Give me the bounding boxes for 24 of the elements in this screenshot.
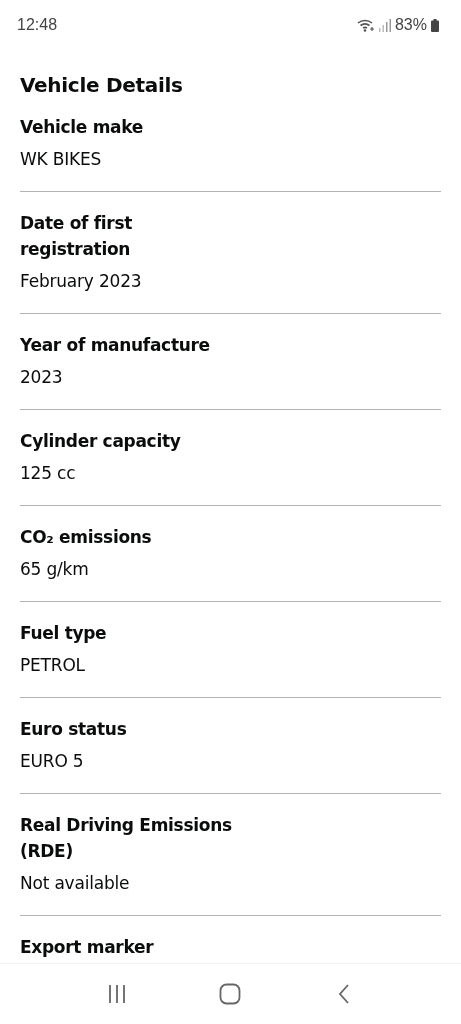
- detail-label: Date of first registration: [20, 212, 134, 261]
- detail-value: 2023: [20, 366, 64, 389]
- detail-label: Euro status: [20, 718, 128, 741]
- signal-icon: [378, 18, 391, 32]
- detail-label: CO₂ emissions: [20, 526, 153, 549]
- detail-value: EURO 5: [20, 750, 85, 773]
- detail-label: Vehicle make: [20, 116, 144, 139]
- detail-value: 125 cc: [20, 462, 77, 485]
- detail-value: WK BIKES: [20, 148, 103, 171]
- status-time: 12:48: [17, 16, 58, 34]
- battery-icon: [431, 18, 439, 32]
- battery-percent: 83%: [394, 16, 427, 34]
- detail-label: Cylinder capacity: [20, 430, 182, 453]
- detail-label: Fuel type: [20, 622, 108, 645]
- detail-label: Year of manufacture: [20, 334, 211, 357]
- detail-label: Real Driving Emissions (RDE): [20, 814, 233, 863]
- detail-value: Not available: [20, 872, 131, 895]
- page-title: Vehicle Details: [20, 72, 184, 99]
- detail-value: February 2023: [20, 270, 143, 293]
- detail-value: PETROL: [20, 654, 86, 677]
- wifi-icon: [356, 18, 375, 32]
- detail-value: 65 g/km: [20, 558, 90, 581]
- detail-label: Export marker: [20, 936, 155, 959]
- home-icon[interactable]: [219, 983, 242, 1005]
